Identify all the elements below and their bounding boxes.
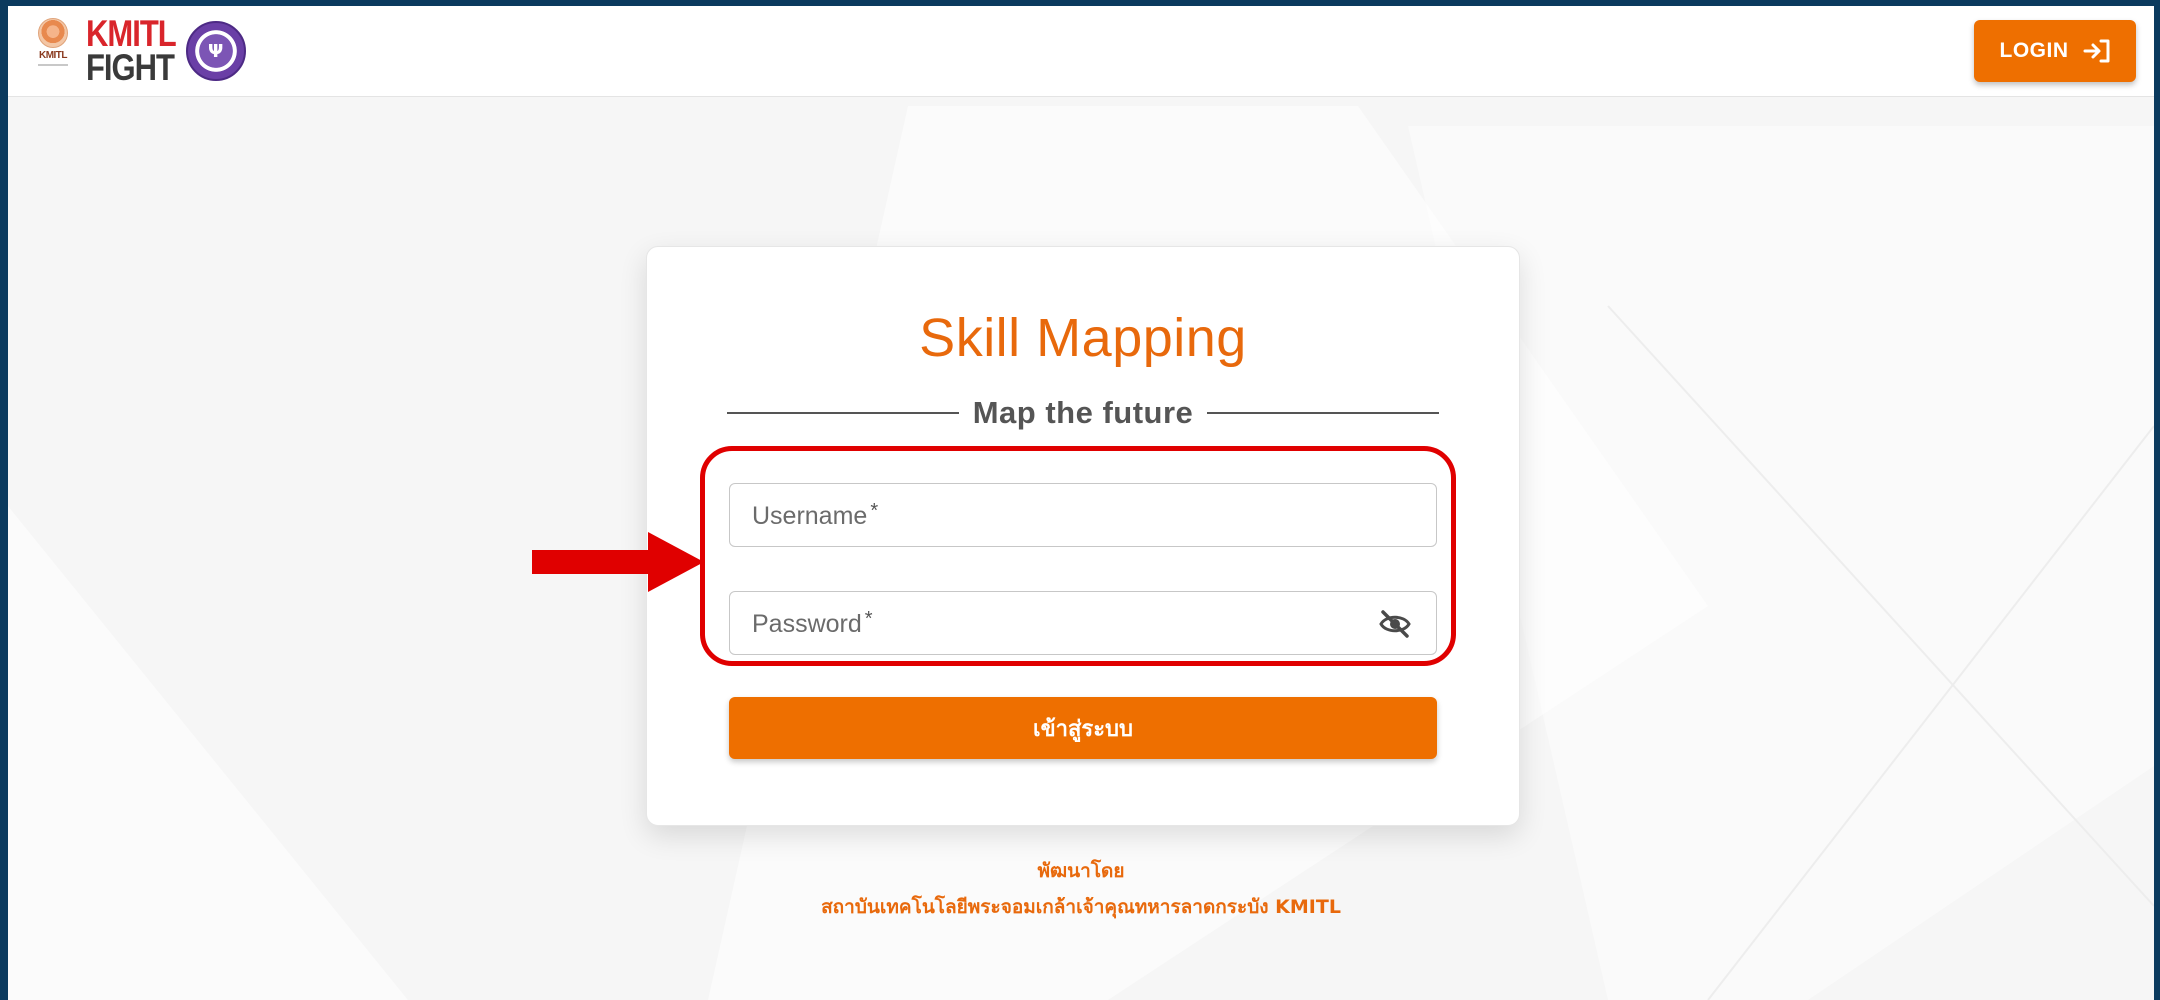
annotation-highlight-box xyxy=(700,446,1456,666)
credit-institute: สถาบันเทคโนโลยีพระจอมเกล้าเจ้าคุณทหารลาด… xyxy=(821,896,1341,918)
login-button[interactable]: LOGIN xyxy=(1974,20,2136,82)
page-title: Skill Mapping xyxy=(919,308,1247,368)
faculty-seal-icon: Ψ xyxy=(185,21,246,81)
annotation-arrow-icon xyxy=(532,532,704,592)
logo-group[interactable]: KMITL KMITL FIGHT Ψ xyxy=(30,15,246,86)
login-button-label: LOGIN xyxy=(1999,39,2069,62)
top-header: KMITL KMITL FIGHT Ψ LOGIN xyxy=(8,6,2154,97)
kmitl-emblem-icon xyxy=(38,18,68,48)
kmitl-fight-logo: KMITL FIGHT xyxy=(86,15,177,86)
credit-developed-by: พัฒนาโดย xyxy=(1037,860,1125,882)
tagline-divider-left xyxy=(727,412,959,414)
seal-divider xyxy=(38,64,68,66)
tagline: Map the future xyxy=(972,395,1194,430)
login-arrow-icon xyxy=(2083,39,2109,63)
kmitl-seal-text: KMITL xyxy=(38,50,68,61)
fight-logo-bottom: FIGHT xyxy=(86,46,175,89)
sign-in-button[interactable]: เข้าสู่ระบบ xyxy=(729,697,1437,759)
tagline-row: Map the future xyxy=(727,393,1439,433)
tagline-divider-right xyxy=(1207,412,1439,414)
kmitl-seal-logo: KMITL xyxy=(30,18,76,84)
